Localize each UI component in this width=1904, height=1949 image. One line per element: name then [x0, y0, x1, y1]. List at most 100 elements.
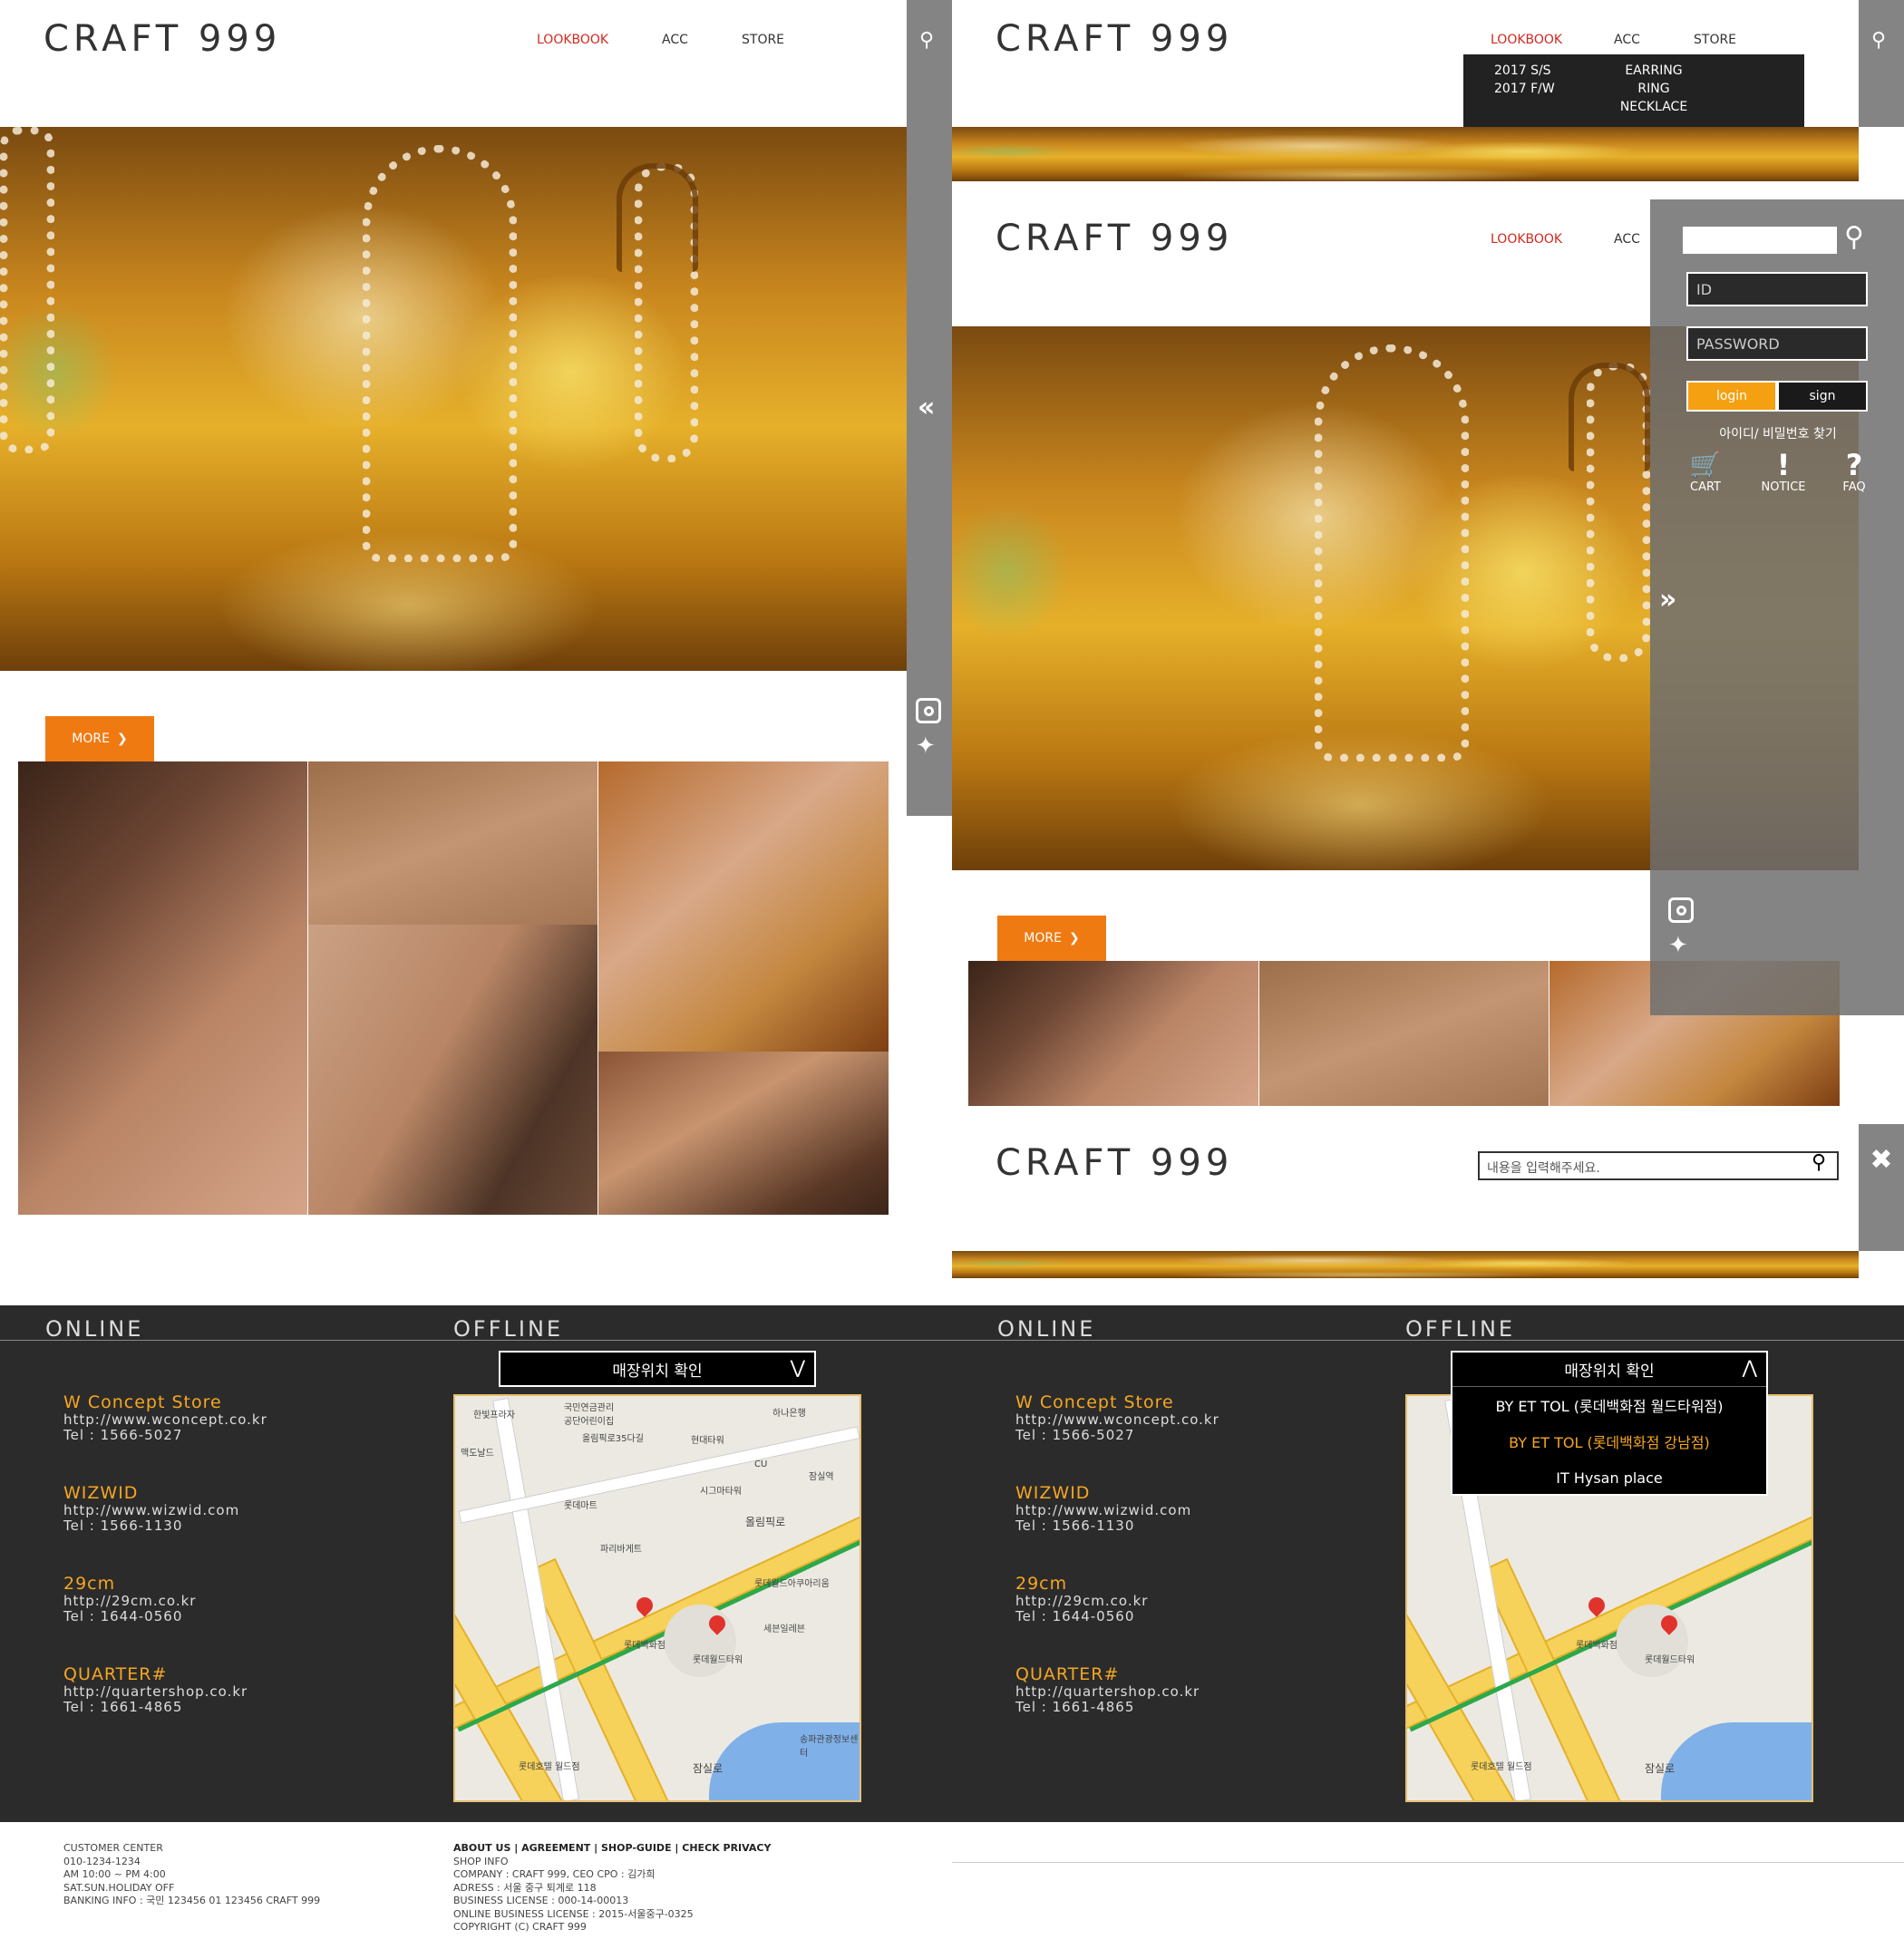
- gallery-image-2[interactable]: [1259, 961, 1549, 1106]
- nav-store[interactable]: STORE: [1694, 33, 1736, 47]
- instagram-icon[interactable]: [916, 698, 941, 723]
- cart-icon: 🛒: [1689, 450, 1722, 480]
- store-url[interactable]: http://29cm.co.kr: [1015, 1594, 1219, 1609]
- store-url[interactable]: http://29cm.co.kr: [63, 1594, 267, 1609]
- location-select[interactable]: 매장위치 확인 ⋀: [1452, 1353, 1766, 1387]
- store-tel: Tel : 1644-0560: [1015, 1608, 1135, 1624]
- online-title: ONLINE: [997, 1316, 1096, 1342]
- faq-link[interactable]: ? FAQ: [1831, 450, 1877, 494]
- store-list: W Concept Store http://www.wconcept.co.k…: [63, 1392, 267, 1755]
- double-chevron-right-icon[interactable]: »: [1659, 584, 1676, 616]
- login-search-input[interactable]: [1683, 227, 1837, 254]
- store-item[interactable]: 29cm http://29cm.co.kr Tel : 1644-0560: [63, 1574, 267, 1664]
- store-map[interactable]: 한빛프라자 국민연금관리공단어린이집 올림픽로35다길 현대타워 하나은행 맥도…: [453, 1394, 861, 1802]
- gallery-image-4[interactable]: [308, 925, 597, 1215]
- map-label: 롯데월드타워: [1645, 1655, 1695, 1665]
- nav-lookbook[interactable]: LOOKBOOK: [1491, 33, 1562, 47]
- business-license: BUSINESS LICENSE : 000-14-00013: [453, 1895, 629, 1906]
- search-input[interactable]: 내용을 입력해주세요.: [1478, 1151, 1839, 1180]
- map-label: 잠실역: [809, 1472, 834, 1482]
- dropdown-item[interactable]: 2017 S/S: [1494, 62, 1555, 80]
- nav-acc[interactable]: ACC: [1614, 232, 1640, 247]
- password-field[interactable]: PASSWORD: [1686, 326, 1868, 361]
- store-item[interactable]: WIZWID http://www.wizwid.com Tel : 1566-…: [1015, 1483, 1219, 1574]
- customer-center-hours: AM 10:00 ~ PM 4:00: [63, 1868, 166, 1880]
- question-icon: ?: [1845, 448, 1863, 482]
- map-label: 현대타워: [691, 1436, 724, 1446]
- twitter-icon[interactable]: ✦: [1668, 932, 1688, 959]
- more-button[interactable]: MORE ❯: [45, 716, 154, 761]
- gallery-image-1[interactable]: [968, 961, 1258, 1106]
- footer-legal: CUSTOMER CENTER 010-1234-1234 AM 10:00 ~…: [0, 1822, 1904, 1949]
- search-icon[interactable]: ⚲: [919, 29, 934, 52]
- logo[interactable]: CRAFT 999: [44, 18, 281, 60]
- logo[interactable]: CRAFT 999: [996, 18, 1233, 60]
- logo[interactable]: CRAFT 999: [996, 1142, 1233, 1184]
- gallery-image-5[interactable]: [598, 1052, 889, 1215]
- store-url[interactable]: http://quartershop.co.kr: [63, 1684, 267, 1700]
- footer-link-shop-guide[interactable]: SHOP-GUIDE: [601, 1842, 672, 1854]
- login-sidebar: [1650, 199, 1904, 1015]
- more-label: MORE: [1024, 931, 1062, 945]
- location-option[interactable]: BY ET TOL (롯데백화점 강남점): [1452, 1423, 1766, 1459]
- nav-acc[interactable]: ACC: [1614, 33, 1640, 47]
- store-name: QUARTER#: [63, 1664, 168, 1684]
- store-url[interactable]: http://quartershop.co.kr: [1015, 1684, 1219, 1700]
- store-item[interactable]: QUARTER# http://quartershop.co.kr Tel : …: [63, 1664, 267, 1755]
- store-url[interactable]: http://www.wizwid.com: [63, 1503, 267, 1518]
- gallery-image-1[interactable]: [18, 761, 307, 1215]
- gallery-image-3[interactable]: [598, 761, 889, 1052]
- store-item[interactable]: W Concept Store http://www.wconcept.co.k…: [1015, 1392, 1219, 1483]
- twitter-icon[interactable]: ✦: [916, 732, 936, 760]
- more-button[interactable]: MORE ❯: [997, 916, 1106, 961]
- store-url[interactable]: http://www.wizwid.com: [1015, 1503, 1219, 1518]
- map-label: 시그마타워: [700, 1487, 742, 1497]
- store-name: QUARTER#: [1015, 1664, 1120, 1684]
- map-label: 국민연금관리공단어린이집: [564, 1403, 615, 1427]
- sign-button[interactable]: sign: [1777, 381, 1868, 412]
- dropdown-item[interactable]: 2017 F/W: [1494, 80, 1555, 98]
- footer-link-about[interactable]: ABOUT US: [453, 1842, 510, 1854]
- notice-link[interactable]: ! NOTICE: [1752, 450, 1815, 494]
- store-item[interactable]: W Concept Store http://www.wconcept.co.k…: [63, 1392, 267, 1483]
- copyright: COPYRIGHT (C) CRAFT 999: [453, 1921, 587, 1933]
- nav-acc[interactable]: ACC: [662, 33, 688, 47]
- store-name: WIZWID: [63, 1483, 139, 1503]
- store-item[interactable]: WIZWID http://www.wizwid.com Tel : 1566-…: [63, 1483, 267, 1574]
- search-icon[interactable]: ⚲: [1844, 221, 1864, 253]
- store-url[interactable]: http://www.wconcept.co.kr: [1015, 1412, 1219, 1428]
- cart-link[interactable]: 🛒 CART: [1683, 450, 1728, 494]
- location-option[interactable]: IT Hysan place: [1452, 1459, 1766, 1496]
- customer-center: CUSTOMER CENTER 010-1234-1234 AM 10:00 ~…: [63, 1842, 320, 1908]
- store-url[interactable]: http://www.wconcept.co.kr: [63, 1412, 267, 1428]
- nav-lookbook[interactable]: LOOKBOOK: [537, 33, 608, 47]
- double-chevron-left-icon[interactable]: «: [918, 392, 935, 423]
- store-tel: Tel : 1661-4865: [1015, 1699, 1135, 1715]
- footer-link-agreement[interactable]: AGREEMENT: [521, 1842, 590, 1854]
- nav-lookbook[interactable]: LOOKBOOK: [1491, 232, 1562, 247]
- nav-store[interactable]: STORE: [742, 33, 784, 47]
- logo[interactable]: CRAFT 999: [996, 218, 1233, 259]
- map-label: 롯데월드아쿠아리움: [754, 1579, 830, 1589]
- search-icon[interactable]: ⚲: [1871, 29, 1886, 52]
- location-option[interactable]: BY ET TOL (롯데백화점 월드타워점): [1452, 1387, 1766, 1423]
- map-label: 롯데호텔 월드점: [1471, 1762, 1532, 1772]
- dropdown-item[interactable]: NECKLACE: [1599, 98, 1708, 116]
- id-field[interactable]: ID: [1686, 272, 1868, 306]
- search-icon[interactable]: ⚲: [1812, 1151, 1826, 1174]
- store-item[interactable]: QUARTER# http://quartershop.co.kr Tel : …: [1015, 1664, 1219, 1755]
- login-button[interactable]: login: [1686, 381, 1777, 412]
- location-select[interactable]: 매장위치 확인 ⋁: [499, 1351, 816, 1387]
- close-icon: ✖: [1870, 1144, 1893, 1176]
- dropdown-item[interactable]: RING: [1599, 80, 1708, 98]
- close-button[interactable]: ✖: [1859, 1124, 1904, 1251]
- offline-title: OFFLINE: [453, 1316, 564, 1342]
- footer-link-privacy[interactable]: CHECK PRIVACY: [682, 1842, 771, 1854]
- footer-left: ONLINE OFFLINE W Concept Store http://ww…: [0, 1305, 952, 1822]
- find-account-link[interactable]: 아이디/ 비밀번호 찾기: [1683, 424, 1873, 442]
- store-item[interactable]: 29cm http://29cm.co.kr Tel : 1644-0560: [1015, 1574, 1219, 1664]
- instagram-icon[interactable]: [1668, 897, 1694, 923]
- dropdown-item[interactable]: EARRING: [1599, 62, 1708, 80]
- gallery-image-2[interactable]: [308, 761, 597, 925]
- map-label: 올림픽로35다길: [582, 1434, 644, 1444]
